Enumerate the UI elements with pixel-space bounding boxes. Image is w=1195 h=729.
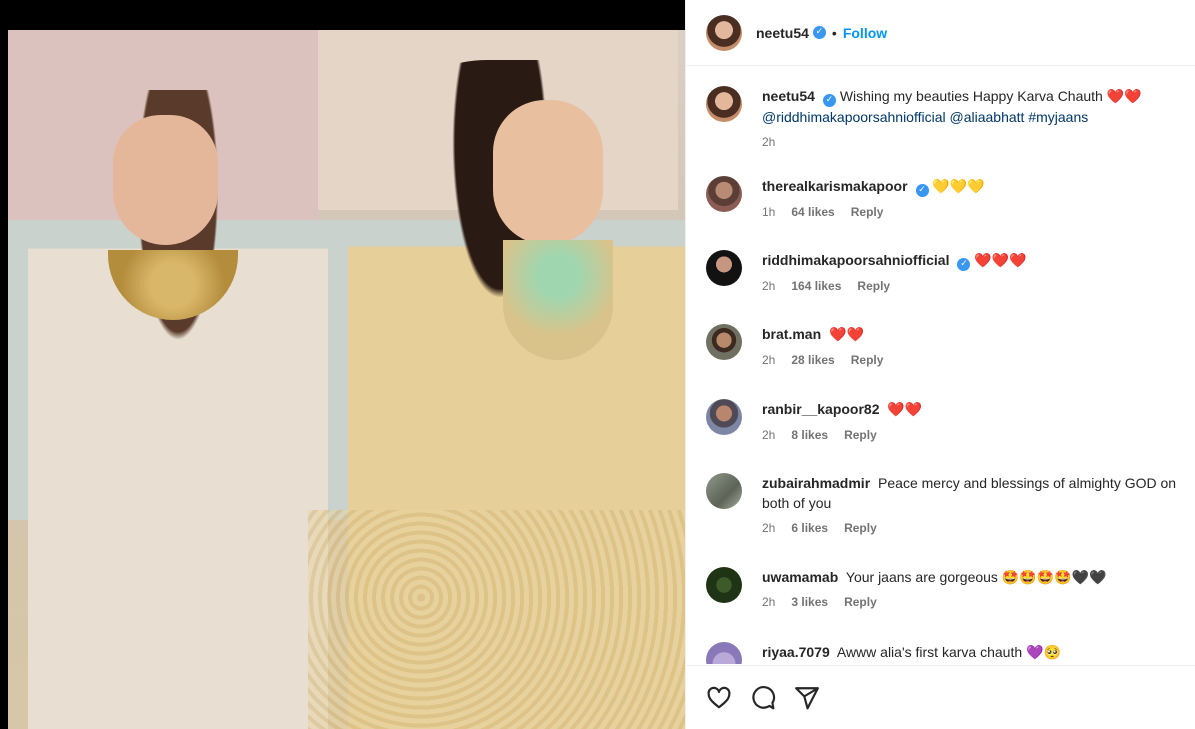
reply-button[interactable]: Reply (851, 205, 884, 219)
reply-button[interactable]: Reply (851, 353, 884, 367)
photo-lehenga-embroidery (308, 510, 685, 729)
verified-badge-icon: ✓ (957, 258, 971, 271)
comment-item: zubairahmadmir Peace mercy and blessings… (706, 473, 1190, 535)
photo-woman-right-necklace (503, 240, 613, 360)
post-image[interactable] (8, 30, 685, 729)
commenter-avatar[interactable] (706, 324, 742, 360)
comment-likes[interactable]: 28 likes (791, 353, 834, 367)
comment-likes[interactable]: 3 likes (791, 595, 828, 609)
reply-button[interactable]: Reply (844, 428, 877, 442)
comment-time: 2h (762, 279, 776, 293)
comment-item: riyaa.7079 Awww alia's first karva chaut… (706, 642, 1190, 664)
comment-username[interactable]: therealkarismakapoor (762, 178, 908, 194)
comment-item: riddhimakapoorsahniofficial ✓ ❤️❤️❤️ 2h 1… (706, 250, 1190, 293)
comment-likes[interactable]: 8 likes (791, 428, 828, 442)
commenter-avatar[interactable] (706, 642, 742, 664)
comment-emoji: ❤️❤️ (829, 327, 864, 343)
commenter-avatar[interactable] (706, 176, 742, 212)
author-username[interactable]: neetu54 (756, 25, 809, 41)
commenter-avatar[interactable] (706, 473, 742, 509)
author-avatar[interactable] (706, 14, 742, 51)
caption-mentions[interactable]: @riddhimakapoorsahniofficial @aliaabhatt… (762, 109, 1088, 125)
commenter-avatar[interactable] (706, 399, 742, 435)
comment-emoji: ❤️❤️❤️ (974, 253, 1027, 269)
reply-button[interactable]: Reply (857, 279, 890, 293)
comment-item: ranbir__kapoor82 ❤️❤️ 2h 8 likes Reply (706, 399, 1190, 442)
caption-emoji: ❤️❤️ (1106, 89, 1142, 105)
caption-time: 2h (762, 135, 776, 149)
comment-icon[interactable] (750, 685, 776, 711)
share-icon[interactable] (794, 685, 820, 711)
comment-time: 2h (762, 353, 776, 367)
comment-username[interactable]: riddhimakapoorsahniofficial (762, 252, 949, 268)
post-header: neetu54 ✓ • Follow (686, 0, 1195, 66)
heart-icon[interactable] (706, 685, 732, 711)
post-photo-panel (0, 0, 685, 729)
reply-button[interactable]: Reply (844, 521, 877, 535)
comment-likes[interactable]: 164 likes (791, 279, 841, 293)
comment-likes[interactable]: 64 likes (791, 205, 834, 219)
comment-username[interactable]: ranbir__kapoor82 (762, 401, 880, 417)
follow-button[interactable]: Follow (843, 25, 887, 41)
comment-item: therealkarismakapoor ✓ 💛💛💛 1h 64 likes Re… (706, 176, 1190, 219)
comment-text: Awww alia's first karva chauth (836, 644, 1023, 660)
comment-emoji: 💛💛💛 (932, 179, 985, 195)
comments-list[interactable]: neetu54 ✓ Wishing my beauties Happy Karva… (686, 66, 1195, 664)
comment-time: 2h (762, 428, 776, 442)
comment-username[interactable]: zubairahmadmir (762, 475, 870, 491)
comment-username[interactable]: uwamamab (762, 569, 838, 585)
comment-item: brat.man ❤️❤️ 2h 28 likes Reply (706, 324, 1190, 367)
verified-badge-icon: ✓ (915, 184, 929, 197)
comment-text: Your jaans are gorgeous (845, 569, 998, 585)
comment-emoji: 💜🥺 (1026, 644, 1061, 660)
post-side-panel: neetu54 ✓ • Follow neetu54 ✓ Wishing my b… (685, 0, 1195, 729)
commenter-avatar[interactable] (706, 567, 742, 603)
post-actions-bar (686, 665, 1195, 729)
caption: neetu54 ✓ Wishing my beauties Happy Karva… (706, 86, 1190, 149)
caption-avatar[interactable] (706, 86, 742, 122)
comment-item: uwamamab Your jaans are gorgeous 🤩🤩🤩🤩🖤🖤 … (706, 567, 1190, 609)
comment-emoji: 🤩🤩🤩🤩🖤🖤 (1001, 569, 1107, 585)
comment-time: 2h (762, 521, 776, 535)
photo-woman-left-face (113, 115, 218, 245)
comment-username[interactable]: riyaa.7079 (762, 644, 830, 660)
caption-username[interactable]: neetu54 (762, 88, 815, 104)
comment-emoji: ❤️❤️ (887, 402, 923, 418)
comment-time: 2h (762, 595, 776, 609)
comment-username[interactable]: brat.man (762, 326, 821, 342)
header-separator: • (831, 24, 837, 41)
reply-button[interactable]: Reply (844, 595, 877, 609)
photo-woman-right-face (493, 100, 603, 245)
verified-badge-icon: ✓ (822, 94, 836, 107)
comment-likes[interactable]: 6 likes (791, 521, 828, 535)
caption-text: Wishing my beauties Happy Karva Chauth (839, 88, 1103, 104)
commenter-avatar[interactable] (706, 250, 742, 286)
comment-time: 1h (762, 205, 776, 219)
verified-badge-icon: ✓ (812, 26, 826, 39)
